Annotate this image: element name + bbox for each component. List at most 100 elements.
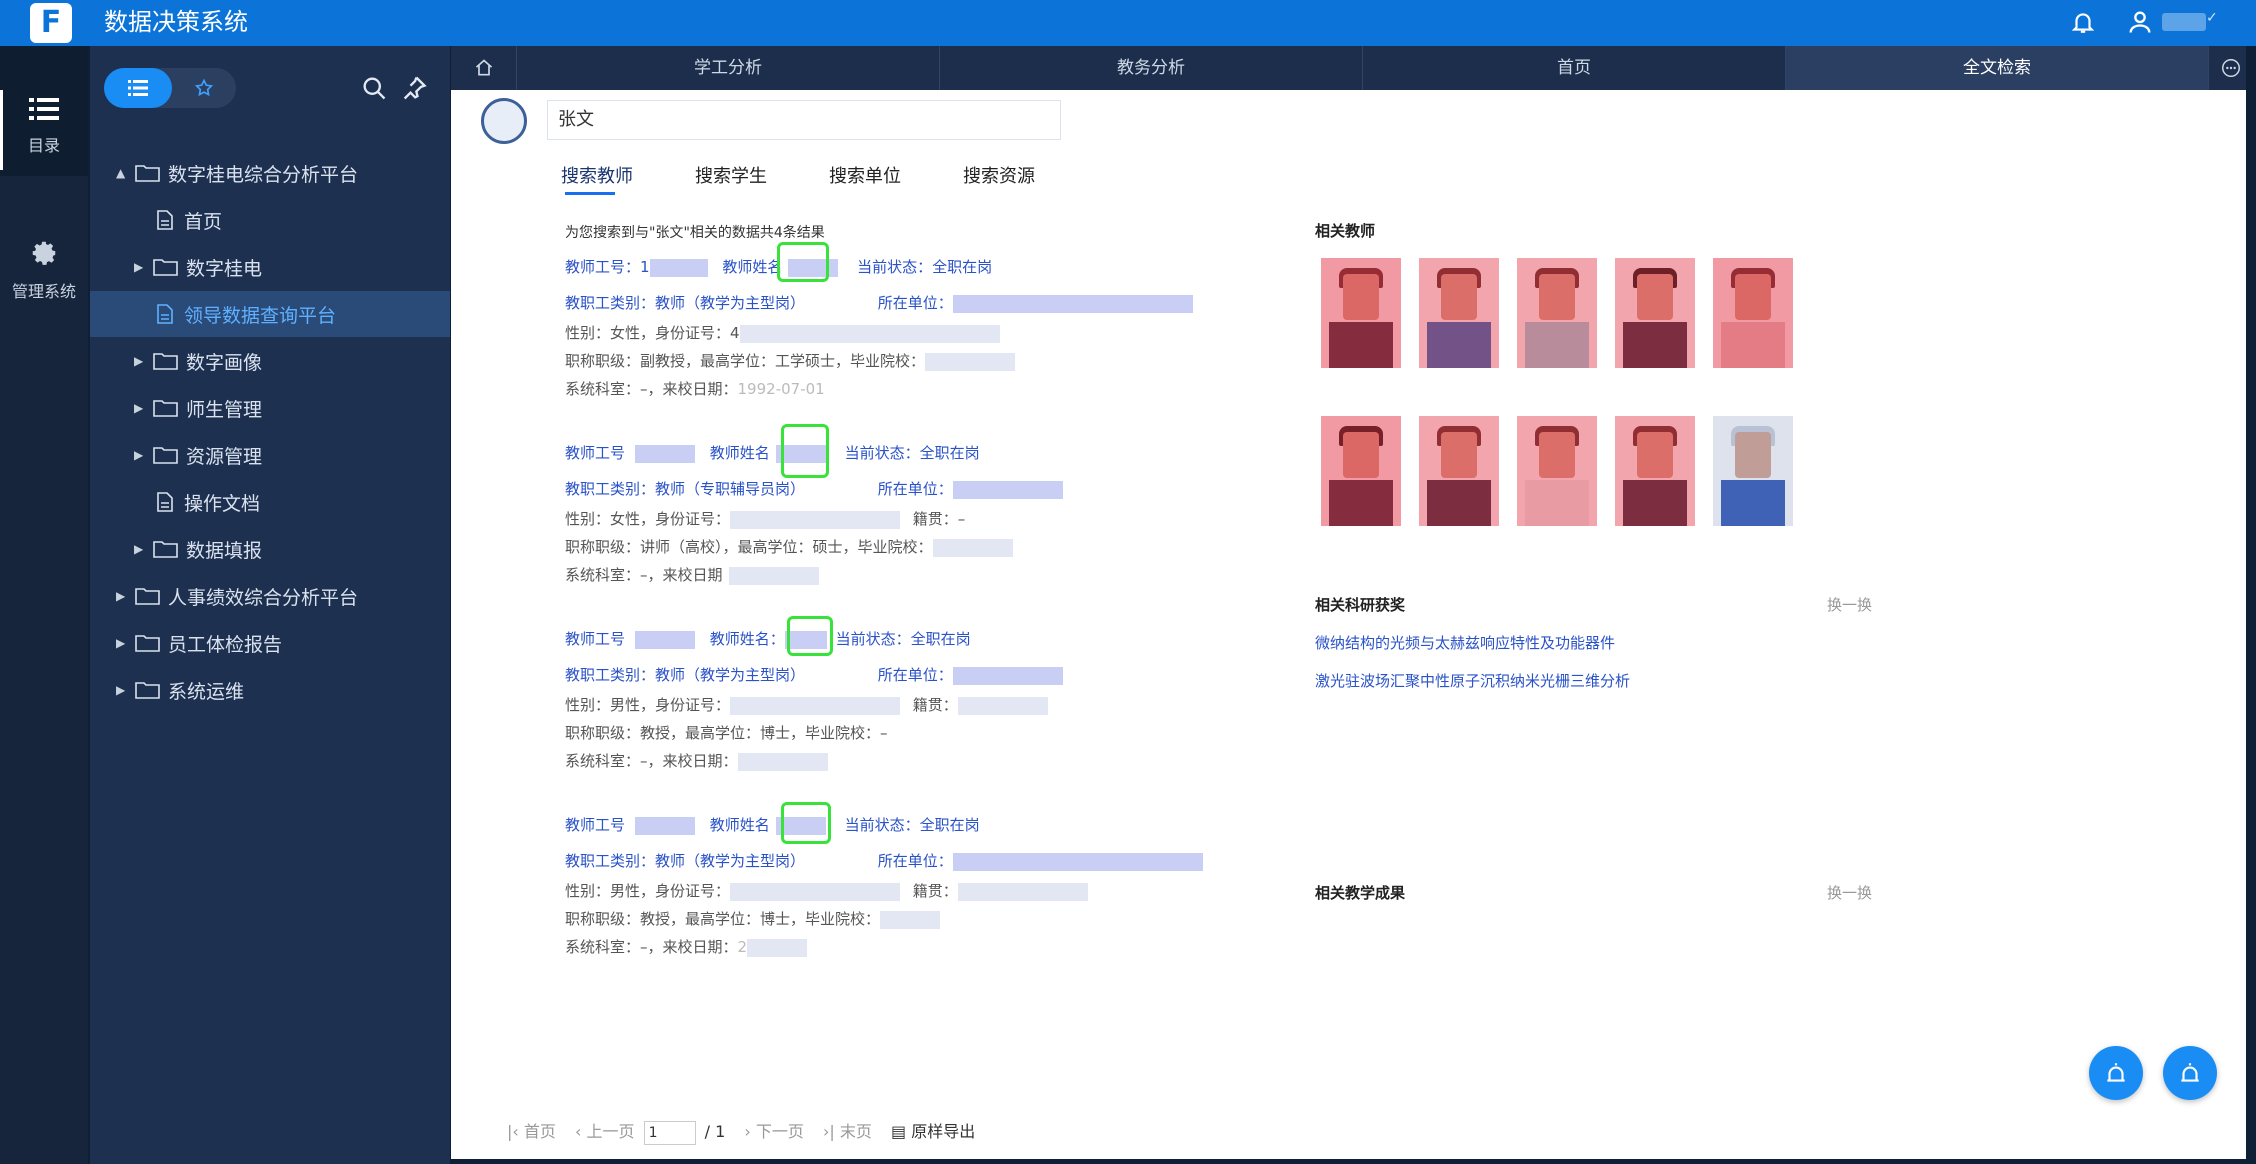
home-tab[interactable] — [451, 46, 517, 90]
tree-node-1[interactable]: 首页 — [150, 197, 222, 243]
award-link[interactable]: 微纳结构的光频与太赫兹响应特性及功能器件 — [1315, 632, 1615, 653]
floating-alarm-button[interactable] — [2089, 1046, 2143, 1100]
folder-icon — [135, 588, 160, 605]
favorites-button[interactable] — [172, 68, 236, 108]
window-edge — [2246, 46, 2256, 1164]
prev-page-button[interactable]: ‹ 上一页 — [575, 1122, 635, 1141]
teacher-photo[interactable] — [1713, 416, 1793, 526]
school-emblem — [481, 98, 527, 144]
tree-node-0[interactable]: ▲ 数字桂电综合分析平台 — [116, 150, 358, 196]
rail-admin-label: 管理系统 — [11, 282, 76, 301]
award-link[interactable]: 激光驻波场汇聚中性原子沉积纳米光栅三维分析 — [1315, 670, 1630, 691]
gear-icon — [32, 241, 56, 265]
list-view-button[interactable] — [106, 68, 170, 108]
page-number-input[interactable]: 1 — [643, 1120, 696, 1145]
tree-node-11[interactable]: ▶ 系统运维 — [116, 667, 244, 713]
file-icon — [157, 210, 173, 230]
tab-fulltext-search[interactable]: 全文检索 — [1786, 46, 2209, 90]
folder-icon — [153, 541, 178, 558]
name-highlight-box — [787, 616, 833, 656]
teacher-id-value: 1 — [640, 258, 650, 276]
tab-bar: 学工分析 教务分析 首页 全文检索 — [451, 46, 2246, 90]
teacher-photo[interactable] — [1419, 416, 1499, 526]
teacher-name-label: 教师姓名 — [722, 258, 783, 276]
tree-node-5[interactable]: ▶ 师生管理 — [134, 385, 262, 431]
category-text: 教职工类别：教师（教学为主型岗） — [565, 294, 806, 312]
result-summary: 为您搜索到与"张文"相关的数据共4条结果 — [565, 225, 825, 241]
list-icon — [128, 80, 148, 96]
folder-icon — [153, 447, 178, 464]
related-teachers-title: 相关教师 — [1315, 222, 1376, 240]
teacher-photo[interactable] — [1321, 258, 1401, 368]
folder-icon — [153, 400, 178, 417]
teacher-photo[interactable] — [1615, 258, 1695, 368]
unit-label: 所在单位： — [877, 294, 953, 312]
related-awards-title: 相关科研获奖 — [1315, 596, 1406, 614]
search-tab-unit[interactable]: 搜索单位 — [829, 162, 901, 188]
last-page-button[interactable]: ›| 末页 — [823, 1122, 872, 1141]
main-content: 学工分析 教务分析 首页 全文检索 张文 搜索教师 搜索学生 搜索单位 搜索资源… — [451, 46, 2246, 1159]
export-button[interactable]: ▤ 原样导出 — [891, 1122, 975, 1141]
sidebar-view-toggle — [104, 68, 236, 108]
app-title: 数据决策系统 — [104, 8, 248, 36]
name-highlight-box — [781, 802, 831, 844]
search-tab-resource[interactable]: 搜索资源 — [963, 162, 1035, 188]
tree-node-4[interactable]: ▶ 数字画像 — [134, 338, 262, 384]
user-menu-chevron-icon[interactable]: ✓ — [2206, 10, 2218, 26]
folder-icon — [135, 635, 160, 652]
search-icon[interactable] — [360, 74, 388, 102]
list-icon — [29, 98, 59, 120]
caret-right-icon: ▶ — [134, 260, 144, 274]
bell-icon[interactable] — [2070, 9, 2096, 35]
teaching-swap-button[interactable]: 换一换 — [1827, 882, 1872, 903]
first-page-button[interactable]: |‹ 首页 — [507, 1122, 556, 1141]
tree-node-9[interactable]: ▶ 人事绩效综合分析平台 — [116, 573, 358, 619]
top-bar: F 数据决策系统 ✓ — [0, 0, 2256, 46]
tree-node-3-active[interactable]: 领导数据查询平台 — [90, 291, 450, 337]
file-icon — [157, 492, 173, 512]
teacher-photo[interactable] — [1419, 258, 1499, 368]
user-name-masked[interactable] — [2162, 13, 2206, 31]
related-teaching-title: 相关教学成果 — [1315, 884, 1406, 902]
caret-right-icon: ▶ — [134, 542, 144, 556]
floating-alarm-button-2[interactable] — [2163, 1046, 2217, 1100]
caret-right-icon: ▶ — [134, 354, 144, 368]
teacher-photo[interactable] — [1517, 258, 1597, 368]
name-highlight-box — [777, 242, 829, 282]
tree-node-2[interactable]: ▶ 数字桂电 — [134, 244, 262, 290]
caret-right-icon: ▶ — [116, 636, 126, 650]
search-tab-student[interactable]: 搜索学生 — [695, 162, 767, 188]
tab-academic-analysis[interactable]: 教务分析 — [940, 46, 1363, 90]
teacher-photo[interactable] — [1713, 258, 1793, 368]
tab-student-analysis[interactable]: 学工分析 — [517, 46, 940, 90]
teacher-id-label: 教师工号： — [565, 258, 641, 276]
teacher-photo[interactable] — [1615, 416, 1695, 526]
sidebar: ▲ 数字桂电综合分析平台 首页 ▶ 数字桂电 领导数据查询平台 ▶ 数字画像 ▶… — [90, 46, 450, 1164]
caret-right-icon: ▶ — [134, 448, 144, 462]
caret-down-icon: ▲ — [116, 166, 126, 180]
pin-icon[interactable] — [400, 74, 428, 102]
search-tab-underline — [565, 192, 615, 195]
next-page-button[interactable]: › 下一页 — [744, 1122, 804, 1141]
tab-more-button[interactable] — [2216, 46, 2246, 90]
user-icon[interactable] — [2126, 8, 2154, 36]
app-logo[interactable]: F — [30, 3, 72, 43]
teacher-photo[interactable] — [1321, 416, 1401, 526]
module-rail: 目录 管理系统 — [0, 46, 88, 1164]
search-tab-teacher[interactable]: 搜索教师 — [561, 162, 633, 188]
tree-node-8[interactable]: ▶ 数据填报 — [134, 526, 262, 572]
folder-icon — [153, 259, 178, 276]
awards-swap-button[interactable]: 换一换 — [1827, 594, 1872, 615]
tree-node-10[interactable]: ▶ 员工体检报告 — [116, 620, 282, 666]
tree-node-7[interactable]: 操作文档 — [150, 479, 260, 525]
alarm-icon — [2107, 1063, 2125, 1082]
tab-home[interactable]: 首页 — [1363, 46, 1786, 90]
caret-right-icon: ▶ — [134, 401, 144, 415]
rail-admin[interactable]: 管理系统 — [0, 238, 88, 302]
search-input[interactable]: 张文 — [547, 100, 1061, 140]
teacher-photo[interactable] — [1517, 416, 1597, 526]
tree-node-6[interactable]: ▶ 资源管理 — [134, 432, 262, 478]
rail-catalog[interactable]: 目录 — [0, 96, 88, 156]
pagination: |‹ 首页 ‹ 上一页 1 / 1 › 下一页 ›| 末页 ▤ 原样导出 — [507, 1118, 975, 1145]
caret-right-icon: ▶ — [116, 683, 126, 697]
